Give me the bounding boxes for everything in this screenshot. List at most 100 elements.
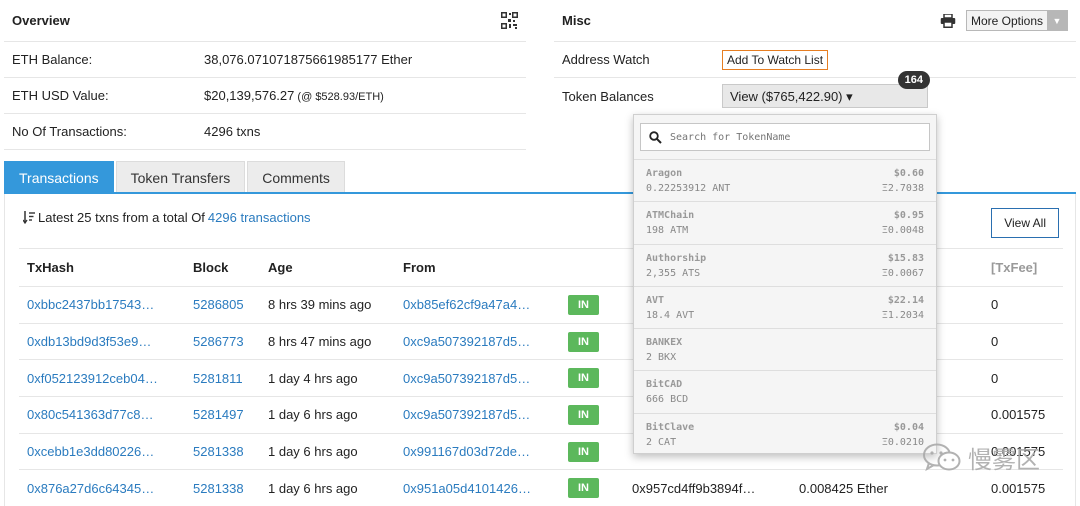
tab-token-transfers[interactable]: Token Transfers xyxy=(115,161,246,193)
token-eth-value: Ξ0.0210 xyxy=(881,436,924,448)
token-quantity: 2,355 ATS xyxy=(646,267,701,279)
view-all-button[interactable]: View All xyxy=(991,208,1059,238)
token-line-top: BitClave $0.04 xyxy=(646,420,924,435)
txhash-link[interactable]: 0x80c541363d77c8… xyxy=(27,407,154,422)
age-cell: 1 day 6 hrs ago xyxy=(268,480,358,496)
token-search-input[interactable] xyxy=(670,131,920,143)
token-quantity: 198 ATM xyxy=(646,225,689,237)
from-cell: 0x951a05d4101426… xyxy=(395,469,560,506)
age-cell: 8 hrs 39 mins ago xyxy=(260,286,395,324)
txfee-cell: 0.001575 xyxy=(983,396,1063,434)
token-list-item[interactable]: BitClave $0.04 2 CAT Ξ0.0210 xyxy=(634,412,936,453)
tab-transactions[interactable]: Transactions xyxy=(4,161,114,193)
from-link[interactable]: 0xb85ef62cf9a47a4… xyxy=(403,297,530,312)
txfee-cell: 0.001575 xyxy=(983,469,1063,506)
direction-badge: IN xyxy=(568,368,599,389)
block-link[interactable]: 5281338 xyxy=(193,481,244,496)
age-cell: 8 hrs 47 mins ago xyxy=(260,323,395,361)
token-list-item[interactable]: BANKEX 2 BKX xyxy=(634,328,936,370)
direction-cell: IN xyxy=(560,359,624,398)
block-cell: 5286773 xyxy=(185,323,260,361)
txhash-cell: 0xbbc2437bb17543… xyxy=(19,286,185,324)
token-eth-value: Ξ0.0048 xyxy=(881,225,924,237)
token-quantity: 2 CAT xyxy=(646,436,677,448)
add-to-watch-list-button[interactable]: Add To Watch List xyxy=(722,49,829,70)
token-name: Aragon xyxy=(646,168,683,179)
tab-comments[interactable]: Comments xyxy=(247,161,345,193)
token-list-item[interactable]: Aragon $0.60 0.22253912 ANT Ξ2.7038 xyxy=(634,159,936,201)
token-list-item[interactable]: BitCAD 666 BCD xyxy=(634,370,936,412)
token-count-badge: 164 xyxy=(897,71,930,89)
token-line-bottom: 666 BCD xyxy=(646,392,924,407)
token-list-item[interactable]: AVT $22.14 18.4 AVT Ξ1.2034 xyxy=(634,285,936,328)
qr-code-icon[interactable] xyxy=(501,12,518,29)
token-balances-row: Token Balances View ($765,422.90) ▾ 164 xyxy=(554,71,1076,114)
token-line-top: BANKEX xyxy=(646,335,924,350)
direction-badge: IN xyxy=(568,404,599,425)
token-name: Authorship xyxy=(646,252,707,264)
token-line-bottom: 18.4 AVT Ξ1.2034 xyxy=(646,308,924,323)
direction-cell: IN xyxy=(560,433,624,471)
total-transactions-link[interactable]: 4296 transactions xyxy=(208,210,311,225)
header-direction xyxy=(560,248,624,287)
direction-badge: IN xyxy=(568,441,599,462)
txfee-cell: 0 xyxy=(983,286,1063,324)
block-link[interactable]: 5281497 xyxy=(193,407,244,422)
direction-cell: IN xyxy=(560,323,624,361)
age-cell: 1 day 4 hrs ago xyxy=(268,370,358,386)
block-cell: 5281497 xyxy=(185,396,260,434)
token-line-top: ATMChain $0.95 xyxy=(646,208,924,223)
txhash-cell: 0xcebb1e3dd80226… xyxy=(19,433,185,471)
from-link[interactable]: 0xc9a507392187d5… xyxy=(403,407,530,422)
direction-badge: IN xyxy=(568,478,599,499)
txhash-link[interactable]: 0xcebb1e3dd80226… xyxy=(27,444,154,459)
token-usd-value: $15.83 xyxy=(887,252,924,264)
block-link[interactable]: 5281811 xyxy=(193,371,243,386)
txhash-link[interactable]: 0xf052123912ceb04… xyxy=(27,371,158,386)
from-cell: 0xc9a507392187d5… xyxy=(395,396,560,434)
from-cell: 0xc9a507392187d5… xyxy=(395,359,560,398)
token-balances-menu: Aragon $0.60 0.22253912 ANT Ξ2.7038 ATMChain… xyxy=(633,114,937,454)
header-from: From xyxy=(395,248,560,287)
token-line-top: BitCAD xyxy=(646,377,924,392)
txfee-cell: 0 xyxy=(991,370,999,386)
token-line-bottom: 198 ATM Ξ0.0048 xyxy=(646,223,924,238)
wechat-icon xyxy=(923,443,961,471)
from-link[interactable]: 0x951a05d4101426… xyxy=(403,481,531,496)
eth-usd-label: ETH USD Value: xyxy=(12,88,109,103)
to-address: 0x957cd4ff9b3894f… xyxy=(632,480,756,496)
age-cell: 1 day 4 hrs ago xyxy=(260,359,395,398)
block-link[interactable]: 5281338 xyxy=(193,444,244,459)
block-cell: 5281811 xyxy=(185,359,260,398)
tx-count-label: No Of Transactions: xyxy=(12,124,127,139)
txfee-cell: 0 xyxy=(991,334,999,350)
more-options-button[interactable]: More Options ▼ xyxy=(965,10,1068,31)
txhash-link[interactable]: 0x876a27d6c64345… xyxy=(27,481,154,496)
block-link[interactable]: 5286773 xyxy=(193,334,244,349)
txhash-link[interactable]: 0xbbc2437bb17543… xyxy=(27,297,154,312)
header-age: Age xyxy=(260,248,395,287)
misc-actions: More Options ▼ xyxy=(940,10,1068,31)
token-eth-value: Ξ2.7038 xyxy=(881,183,924,194)
misc-header: Misc More Options ▼ xyxy=(554,0,1076,42)
token-search-box xyxy=(640,123,930,151)
txfee-cell: 0.001575 xyxy=(991,407,1046,423)
address-watch-label: Address Watch xyxy=(562,52,650,67)
from-link[interactable]: 0x991167d03d72de… xyxy=(403,444,530,459)
token-name: BitCAD xyxy=(646,379,683,391)
token-list-item[interactable]: Authorship $15.83 2,355 ATS Ξ0.0067 xyxy=(634,243,936,286)
direction-cell: IN xyxy=(560,396,624,434)
txn-summary: Latest 25 txns from a total Of 4296 tran… xyxy=(23,210,311,225)
from-link[interactable]: 0xc9a507392187d5… xyxy=(403,371,530,386)
token-usd-value: $22.14 xyxy=(887,294,924,306)
from-cell: 0x991167d03d72de… xyxy=(395,433,560,471)
token-list-item[interactable]: ATMChain $0.95 198 ATM Ξ0.0048 xyxy=(634,201,936,243)
from-link[interactable]: 0xc9a507392187d5… xyxy=(403,334,530,349)
token-name: AVT xyxy=(646,294,665,306)
print-icon[interactable] xyxy=(940,13,956,28)
header-block: Block xyxy=(185,248,260,287)
block-cell: 5281338 xyxy=(185,433,260,471)
txhash-link[interactable]: 0xdb13bd9d3f53e9… xyxy=(27,334,151,349)
block-link[interactable]: 5286805 xyxy=(193,297,244,312)
token-balances-dropdown[interactable]: View ($765,422.90) ▾ 164 xyxy=(722,71,930,108)
